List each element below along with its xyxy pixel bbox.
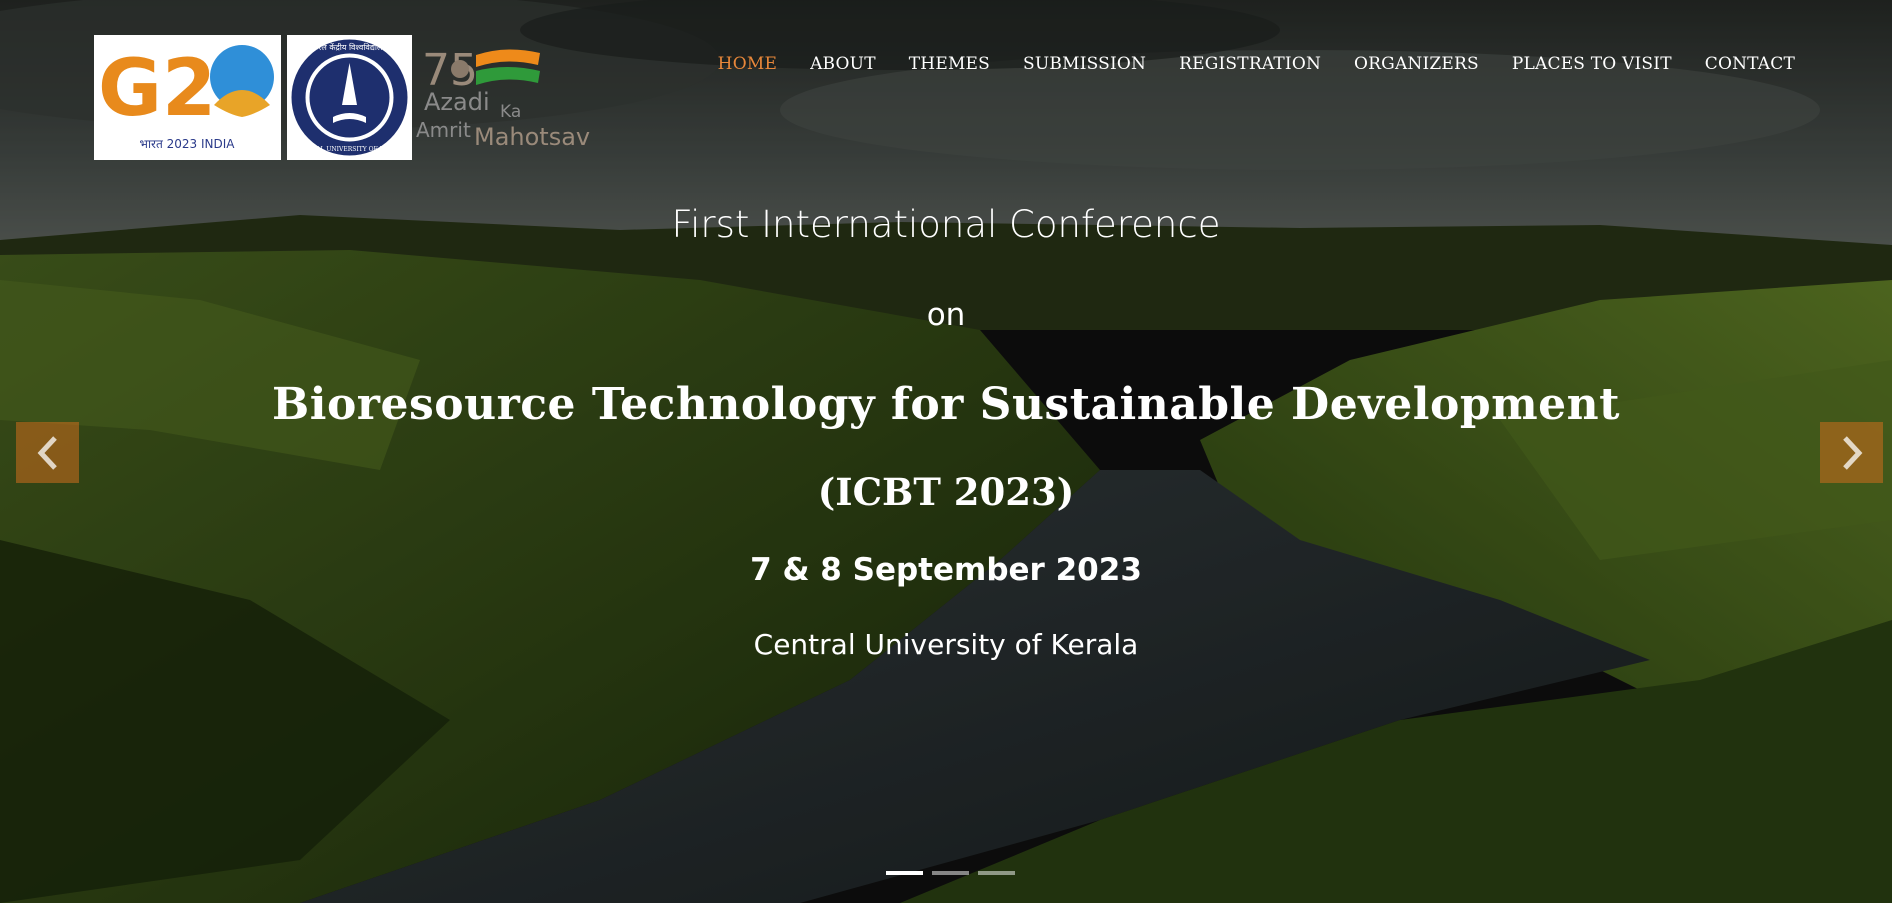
carousel-prev-button[interactable] xyxy=(16,422,79,483)
hero-carousel: G2 भारत 2023 INDIA केरल केंद्रीय विश्ववि… xyxy=(0,0,1892,903)
aam-line1: Azadi xyxy=(424,88,490,116)
nav-organizers[interactable]: ORGANIZERS xyxy=(1354,54,1479,74)
flag-green xyxy=(476,67,540,85)
conference-acronym: (ICBT 2023) xyxy=(817,470,1075,514)
nav-about[interactable]: ABOUT xyxy=(810,54,876,74)
main-nav: HOME ABOUT THEMES SUBMISSION REGISTRATIO… xyxy=(685,54,1795,74)
nav-home[interactable]: HOME xyxy=(718,54,777,74)
hero-line-1: First International Conference xyxy=(671,203,1221,246)
carousel-indicator-2[interactable] xyxy=(932,871,969,875)
nav-contact[interactable]: CONTACT xyxy=(1705,54,1795,74)
cuk-logo[interactable]: केरल केंद्रीय विश्वविद्यालय CENTRAL UNIV… xyxy=(287,35,412,160)
flag-saffron xyxy=(476,49,540,67)
conference-venue: Central University of Kerala xyxy=(753,628,1139,661)
nav-registration[interactable]: REGISTRATION xyxy=(1179,54,1321,74)
aam-line2: Amrit xyxy=(416,118,471,142)
cuk-bottom-text: CENTRAL UNIVERSITY OF KERALA xyxy=(293,146,406,153)
conference-title: Bioresource Technology for Sustainable D… xyxy=(272,379,1620,430)
conference-dates: 7 & 8 September 2023 xyxy=(750,552,1142,588)
azadi-ka-amrit-mahotsav-logo[interactable]: 75 Azadi Ka Amrit Mahotsav xyxy=(416,35,606,160)
hero-line-2: on xyxy=(926,297,966,333)
carousel-indicator-3[interactable] xyxy=(978,871,1015,875)
aam-ka: Ka xyxy=(500,102,521,122)
chevron-right-icon xyxy=(1842,435,1862,470)
aam-line3: Mahotsav xyxy=(474,123,590,151)
cuk-top-text: केरल केंद्रीय विश्वविद्यालय xyxy=(312,42,387,52)
g20-caption: भारत 2023 INDIA xyxy=(140,137,236,151)
nav-places-to-visit[interactable]: PLACES TO VISIT xyxy=(1512,54,1672,74)
g20-logo[interactable]: G2 भारत 2023 INDIA xyxy=(94,35,281,160)
carousel-indicator-1[interactable] xyxy=(886,871,923,875)
nav-themes[interactable]: THEMES xyxy=(909,54,990,74)
chakra-icon xyxy=(451,60,469,78)
dark-overlay xyxy=(0,0,1892,903)
carousel-indicators xyxy=(886,871,1015,875)
carousel-next-button[interactable] xyxy=(1820,422,1883,483)
chevron-left-icon xyxy=(37,435,57,470)
nav-submission[interactable]: SUBMISSION xyxy=(1023,54,1146,74)
g20-mark-text: G2 xyxy=(98,44,216,134)
